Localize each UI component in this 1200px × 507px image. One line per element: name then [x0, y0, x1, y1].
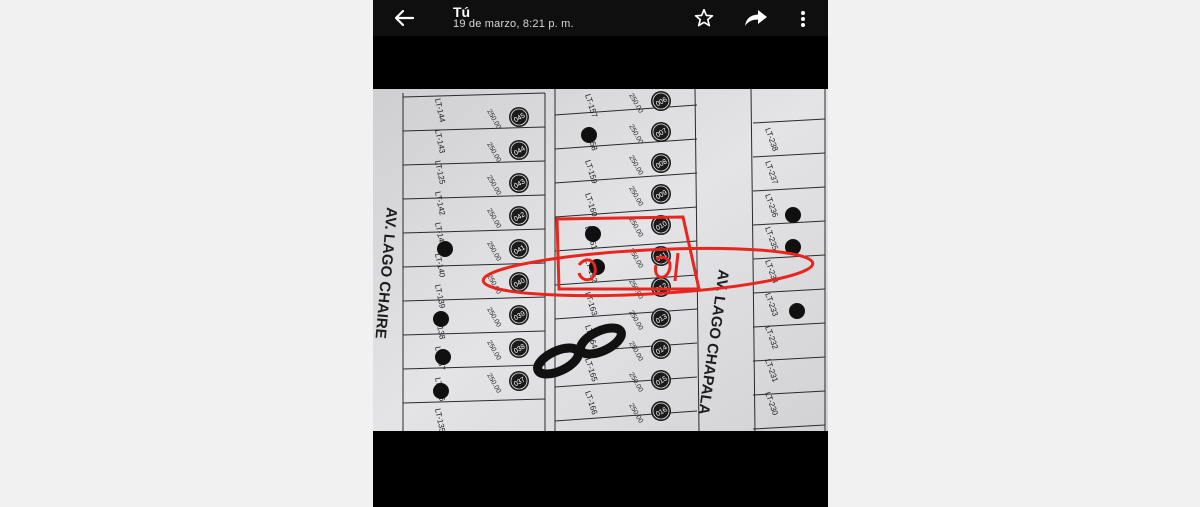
back-button[interactable] [391, 6, 417, 30]
forward-button[interactable] [743, 8, 769, 28]
star-button[interactable] [693, 7, 715, 29]
lot-marker-dot [581, 127, 597, 143]
star-outline-icon [694, 8, 714, 27]
arrow-left-icon [394, 9, 415, 27]
message-timestamp: 19 de marzo, 8:21 p. m. [453, 18, 574, 30]
shared-photo-lot-map[interactable]: AV. LAGO CHAIRE AV. LAGO CHAPALA LT-144 L… [373, 89, 828, 431]
photo-viewer-screen: Tú 19 de marzo, 8:21 p. m. AV. LAGO CHAI… [373, 0, 828, 507]
lot-marker-dot [585, 226, 601, 242]
top-app-bar: Tú 19 de marzo, 8:21 p. m. [373, 0, 828, 36]
share-arrow-icon [745, 10, 767, 26]
lot-marker-dot [789, 303, 805, 319]
lot-marker-dot [437, 241, 453, 257]
lot-marker-dot [433, 311, 449, 327]
more-vert-icon [801, 11, 805, 27]
lot-marker-dot [785, 207, 801, 223]
lot-marker-dot [435, 349, 451, 365]
lot-marker-dot [433, 383, 449, 399]
more-options-button[interactable] [795, 8, 811, 30]
